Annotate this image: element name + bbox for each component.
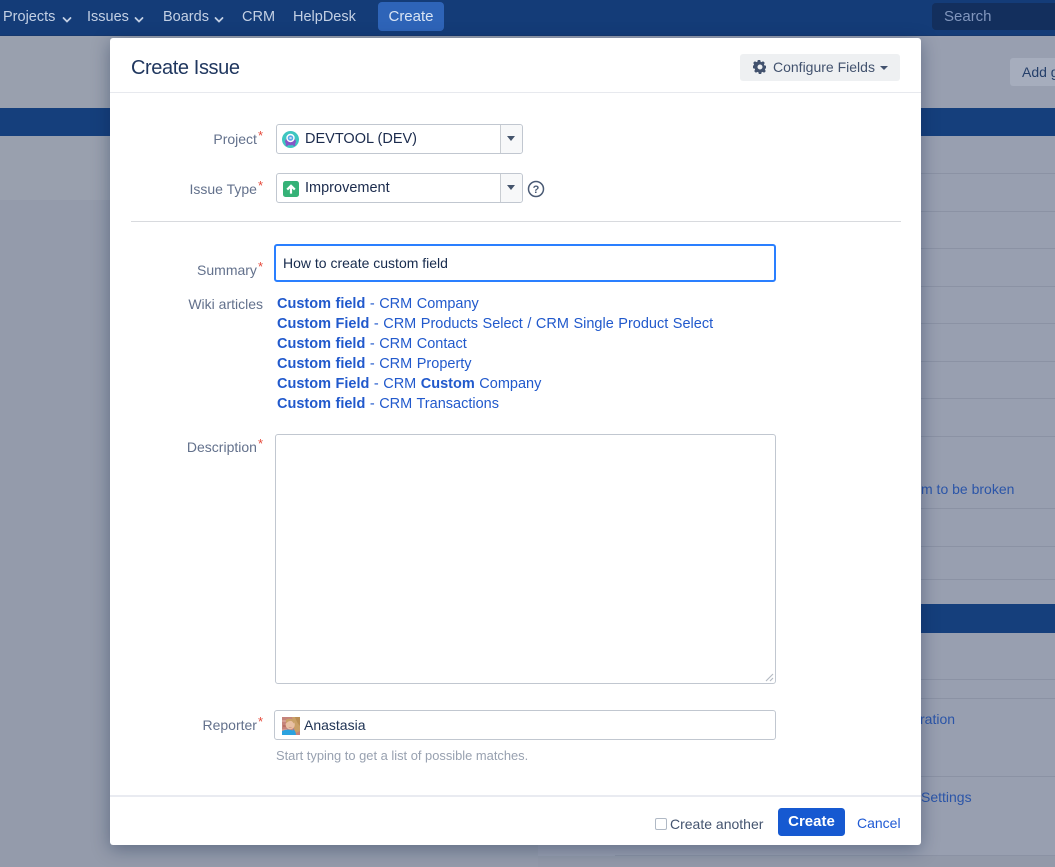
svg-text:?: ? [533,184,540,196]
